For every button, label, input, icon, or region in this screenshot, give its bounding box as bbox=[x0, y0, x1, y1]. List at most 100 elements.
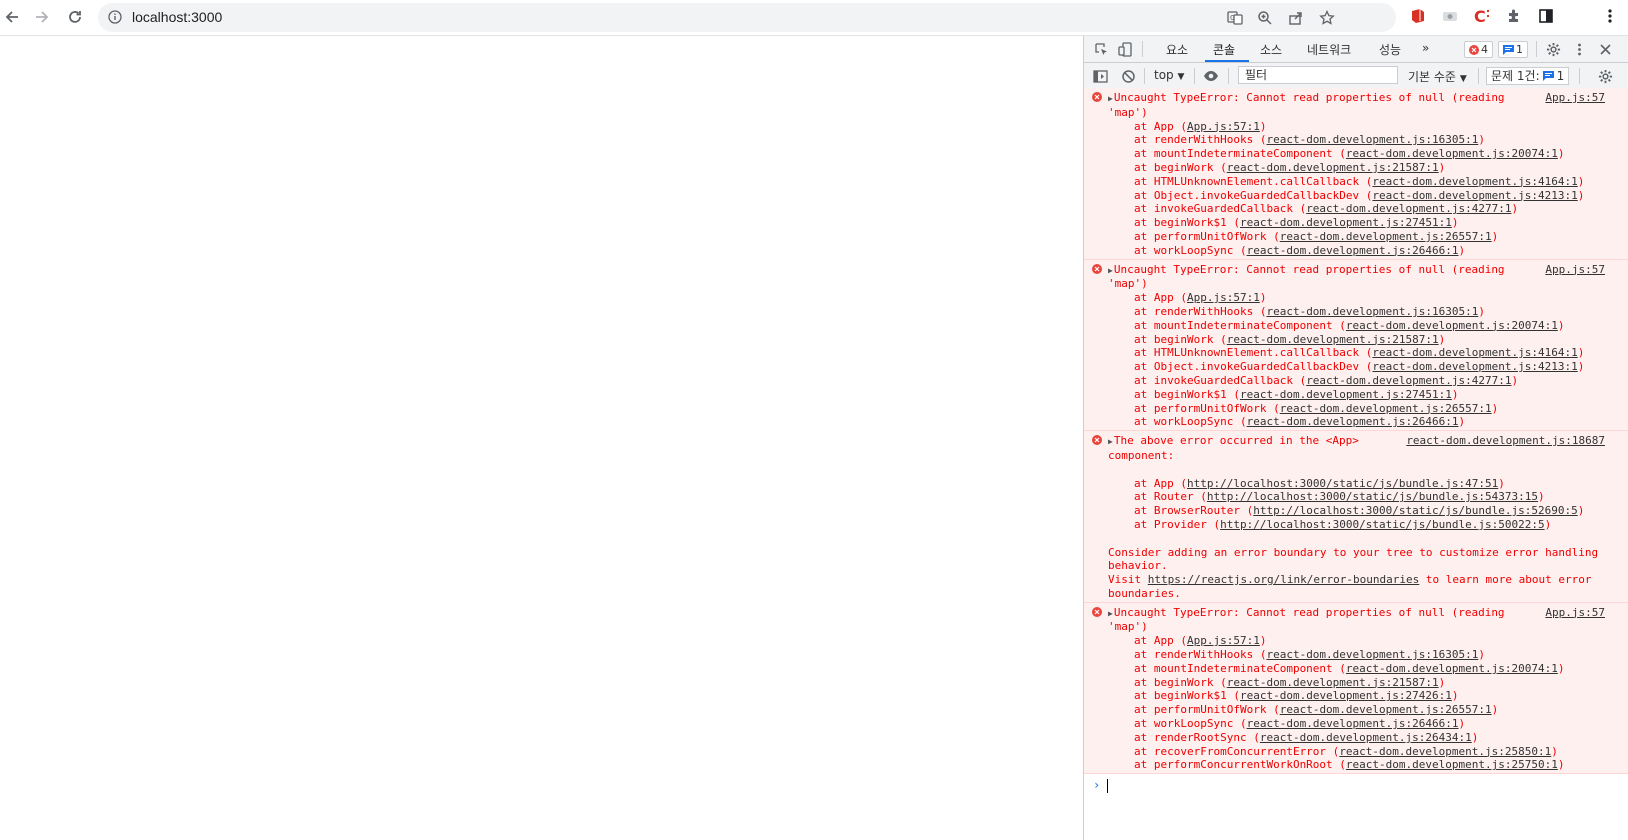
stack-link[interactable]: react-dom.development.js:27451:1 bbox=[1240, 216, 1452, 229]
active-tab-indicator bbox=[1205, 60, 1249, 62]
menu-kebab-icon[interactable] bbox=[1600, 6, 1620, 26]
docs-link[interactable]: https://reactjs.org/link/error-boundarie… bbox=[1148, 573, 1420, 586]
stack-link[interactable]: react-dom.development.js:25850:1 bbox=[1339, 745, 1551, 758]
extension-red-icon[interactable] bbox=[1408, 6, 1428, 26]
back-button[interactable] bbox=[0, 6, 24, 28]
issues-button[interactable]: 문제 1건: 1 bbox=[1486, 67, 1570, 85]
extension-gray-icon[interactable] bbox=[1440, 6, 1460, 26]
stack-link[interactable]: react-dom.development.js:16305:1 bbox=[1266, 305, 1478, 318]
translate-icon[interactable]: G bbox=[1226, 9, 1244, 27]
tab-elements[interactable]: 요소 bbox=[1166, 41, 1188, 58]
stack-link[interactable]: react-dom.development.js:20074:1 bbox=[1346, 662, 1558, 675]
stack-close: ) bbox=[1259, 634, 1267, 648]
sidebar-toggle-icon[interactable] bbox=[1091, 67, 1109, 85]
stack-link[interactable]: react-dom.development.js:26466:1 bbox=[1247, 244, 1459, 257]
extension-c-icon[interactable]: C bbox=[1472, 6, 1492, 26]
context-selector[interactable]: top ▼ bbox=[1154, 68, 1184, 82]
stack-link[interactable]: http://localhost:3000/static/js/bundle.j… bbox=[1220, 518, 1545, 531]
expand-triangle-icon[interactable]: ▶ bbox=[1108, 609, 1113, 618]
stack-link[interactable]: react-dom.development.js:4213:1 bbox=[1372, 360, 1577, 373]
stack-link[interactable]: react-dom.development.js:27426:1 bbox=[1240, 689, 1452, 702]
live-expression-eye-icon[interactable] bbox=[1202, 67, 1220, 85]
tab-console[interactable]: 콘솔 bbox=[1213, 41, 1235, 58]
forward-button[interactable] bbox=[30, 6, 54, 28]
error-count-badge[interactable]: 4 bbox=[1464, 41, 1493, 58]
source-link[interactable]: react-dom.development.js:18687 bbox=[1406, 434, 1605, 448]
expand-triangle-icon[interactable]: ▶ bbox=[1108, 94, 1113, 103]
stack-link[interactable]: http://localhost:3000/static/js/bundle.j… bbox=[1187, 477, 1498, 490]
close-devtools-icon[interactable] bbox=[1596, 40, 1614, 58]
stack-close: ) bbox=[1259, 291, 1267, 305]
stack-link[interactable]: react-dom.development.js:26466:1 bbox=[1247, 415, 1459, 428]
stack-link[interactable]: react-dom.development.js:20074:1 bbox=[1346, 319, 1558, 332]
console-error-message[interactable]: ▶The above error occurred in the <App> co… bbox=[1084, 431, 1628, 603]
stack-frame: at beginWork$1 (react-dom.development.js… bbox=[1084, 689, 1628, 703]
address-bar[interactable]: localhost:3000 G bbox=[98, 3, 1396, 32]
log-levels-dropdown[interactable]: 기본 수준 ▼ bbox=[1408, 68, 1467, 85]
source-link[interactable]: App.js:57 bbox=[1545, 606, 1605, 620]
inspect-element-icon[interactable] bbox=[1092, 40, 1110, 58]
console-error-message[interactable]: ▶Uncaught TypeError: Cannot read propert… bbox=[1084, 88, 1628, 260]
stack-function: at invokeGuardedCallback ( bbox=[1134, 202, 1307, 216]
stack-link[interactable]: react-dom.development.js:20074:1 bbox=[1346, 147, 1558, 160]
error-icon bbox=[1092, 263, 1102, 274]
stack-link[interactable]: react-dom.development.js:4164:1 bbox=[1372, 175, 1577, 188]
stack-link[interactable]: react-dom.development.js:16305:1 bbox=[1266, 133, 1478, 146]
stack-frame: at performUnitOfWork (react-dom.developm… bbox=[1084, 402, 1628, 416]
side-panel-icon[interactable] bbox=[1536, 6, 1556, 26]
extensions-puzzle-icon[interactable] bbox=[1504, 6, 1524, 26]
devtools-menu-icon[interactable] bbox=[1570, 40, 1588, 58]
stack-close: ) bbox=[1438, 675, 1446, 689]
source-link[interactable]: App.js:57 bbox=[1545, 263, 1605, 277]
settings-gear-icon[interactable] bbox=[1544, 40, 1562, 58]
stack-link[interactable]: react-dom.development.js:21587:1 bbox=[1227, 333, 1439, 346]
stack-link[interactable]: App.js:57:1 bbox=[1187, 634, 1260, 647]
stack-close: ) bbox=[1577, 346, 1585, 360]
console-error-message[interactable]: ▶Uncaught TypeError: Cannot read propert… bbox=[1084, 259, 1628, 432]
more-tabs-button[interactable]: » bbox=[1422, 41, 1429, 55]
filter-input[interactable]: 필터 bbox=[1238, 66, 1398, 84]
stack-link[interactable]: App.js:57:1 bbox=[1187, 120, 1260, 133]
stack-link[interactable]: react-dom.development.js:26557:1 bbox=[1280, 402, 1492, 415]
stack-link[interactable]: App.js:57:1 bbox=[1187, 291, 1260, 304]
console-prompt[interactable]: › bbox=[1084, 776, 1628, 796]
stack-link[interactable]: react-dom.development.js:26557:1 bbox=[1280, 703, 1492, 716]
device-toolbar-icon[interactable] bbox=[1116, 40, 1134, 58]
message-count-badge[interactable]: 1 bbox=[1498, 41, 1528, 58]
stack-frame: at BrowserRouter (http://localhost:3000/… bbox=[1084, 504, 1628, 518]
stack-link[interactable]: react-dom.development.js:4277:1 bbox=[1306, 202, 1511, 215]
stack-close: ) bbox=[1498, 476, 1505, 490]
reload-button[interactable] bbox=[63, 6, 87, 28]
stack-close: ) bbox=[1544, 517, 1552, 531]
stack-link[interactable]: react-dom.development.js:26557:1 bbox=[1280, 230, 1492, 243]
stack-close: ) bbox=[1458, 415, 1466, 429]
stack-link[interactable]: react-dom.development.js:4164:1 bbox=[1372, 346, 1577, 359]
stack-link[interactable]: react-dom.development.js:4277:1 bbox=[1306, 374, 1511, 387]
console-settings-gear-icon[interactable] bbox=[1596, 67, 1614, 85]
stack-frame: at Object.invokeGuardedCallbackDev (reac… bbox=[1084, 189, 1628, 203]
stack-link[interactable]: react-dom.development.js:26434:1 bbox=[1260, 731, 1472, 744]
source-link[interactable]: App.js:57 bbox=[1545, 91, 1605, 105]
stack-link[interactable]: http://localhost:3000/static/js/bundle.j… bbox=[1207, 490, 1538, 503]
stack-function: at HTMLUnknownElement.callCallback ( bbox=[1134, 346, 1373, 360]
info-icon[interactable] bbox=[108, 10, 122, 24]
separator bbox=[1142, 41, 1143, 57]
stack-link[interactable]: react-dom.development.js:21587:1 bbox=[1227, 161, 1439, 174]
expand-triangle-icon[interactable]: ▶ bbox=[1108, 266, 1113, 275]
stack-link[interactable]: react-dom.development.js:16305:1 bbox=[1266, 648, 1478, 661]
bookmark-star-icon[interactable] bbox=[1318, 9, 1336, 27]
stack-link[interactable]: react-dom.development.js:21587:1 bbox=[1227, 676, 1439, 689]
tab-performance[interactable]: 성능 bbox=[1379, 41, 1401, 58]
tab-sources[interactable]: 소스 bbox=[1260, 41, 1282, 58]
stack-link[interactable]: react-dom.development.js:25750:1 bbox=[1346, 758, 1558, 771]
stack-link[interactable]: react-dom.development.js:26466:1 bbox=[1247, 717, 1459, 730]
expand-triangle-icon[interactable]: ▶ bbox=[1108, 437, 1113, 446]
zoom-icon[interactable] bbox=[1256, 9, 1274, 27]
share-icon[interactable] bbox=[1287, 9, 1305, 27]
tab-network[interactable]: 네트워크 bbox=[1307, 41, 1351, 58]
clear-console-icon[interactable] bbox=[1119, 67, 1137, 85]
stack-link[interactable]: react-dom.development.js:27451:1 bbox=[1240, 388, 1452, 401]
console-error-message[interactable]: ▶Uncaught TypeError: Cannot read propert… bbox=[1084, 602, 1628, 775]
stack-link[interactable]: http://localhost:3000/static/js/bundle.j… bbox=[1253, 504, 1578, 517]
stack-link[interactable]: react-dom.development.js:4213:1 bbox=[1372, 189, 1577, 202]
